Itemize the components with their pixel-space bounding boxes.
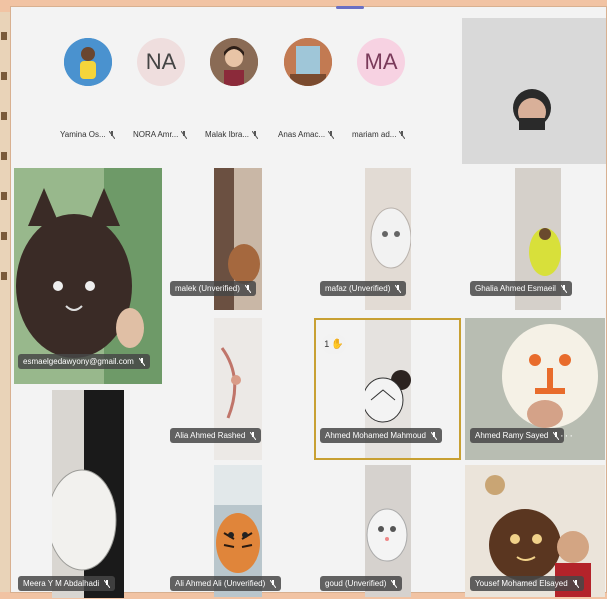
avatar[interactable] [284,38,332,86]
mic-off-icon [553,431,560,440]
avatar-name: Anas Amac... [278,130,335,139]
avatar[interactable]: MA [357,38,405,86]
video-tile[interactable] [52,390,124,598]
raised-hand-icon: ✋ [331,338,344,350]
avatar[interactable]: NA [137,38,185,86]
reaction-badge: 1 ✋ [322,334,346,354]
mic-off-icon [572,579,579,588]
participant-name-label: goud (Unverified) [320,576,403,591]
mic-off-icon [244,284,251,293]
participant-name-label: Yousef Mohamed Elsayed [470,576,584,591]
mic-off-icon [104,579,111,588]
participant-name-label: malek (Unverified) [170,281,256,296]
avatar[interactable] [64,38,112,86]
participant-name-label: Ali Ahmed Ali (Unverified) [170,576,282,591]
more-options-icon[interactable]: ··· [560,430,574,442]
mic-off-icon [252,130,259,139]
mic-off-icon [399,130,406,139]
mic-off-icon [430,431,437,440]
participant-name-label: esmaelgedawyony@gmail.com [18,354,150,369]
mic-off-icon [391,579,398,588]
participant-name-label: Alia Ahmed Rashed [170,428,262,443]
top-indicator [336,6,364,9]
mic-off-icon [395,284,402,293]
self-view-avatar [462,18,606,164]
mic-off-icon [328,130,335,139]
avatar-name: mariam ad... [352,130,406,139]
mic-off-icon [181,130,188,139]
mic-off-icon [138,357,145,366]
mic-off-icon [250,431,257,440]
participant-name-label: Ahmed Mohamed Mahmoud [320,428,442,443]
left-edge [0,12,10,592]
mic-off-icon [560,284,567,293]
mic-off-icon [270,579,277,588]
participant-name-label: Meera Y M Abdalhadi [18,576,116,591]
mic-off-icon [108,130,115,139]
avatar-name: Malak Ibra... [205,130,259,139]
self-view[interactable] [462,18,606,164]
participant-name-label: Ghalia Ahmed Esmaeil [470,281,572,296]
avatar-name: NORA Amr... [133,130,188,139]
video-tile[interactable] [14,168,162,384]
avatar-name: Yamina Os... [60,130,115,139]
participant-name-label: Ahmed Ramy Sayed [470,428,565,443]
avatar[interactable] [210,38,258,86]
participant-name-label: mafaz (Unverified) [320,281,407,296]
